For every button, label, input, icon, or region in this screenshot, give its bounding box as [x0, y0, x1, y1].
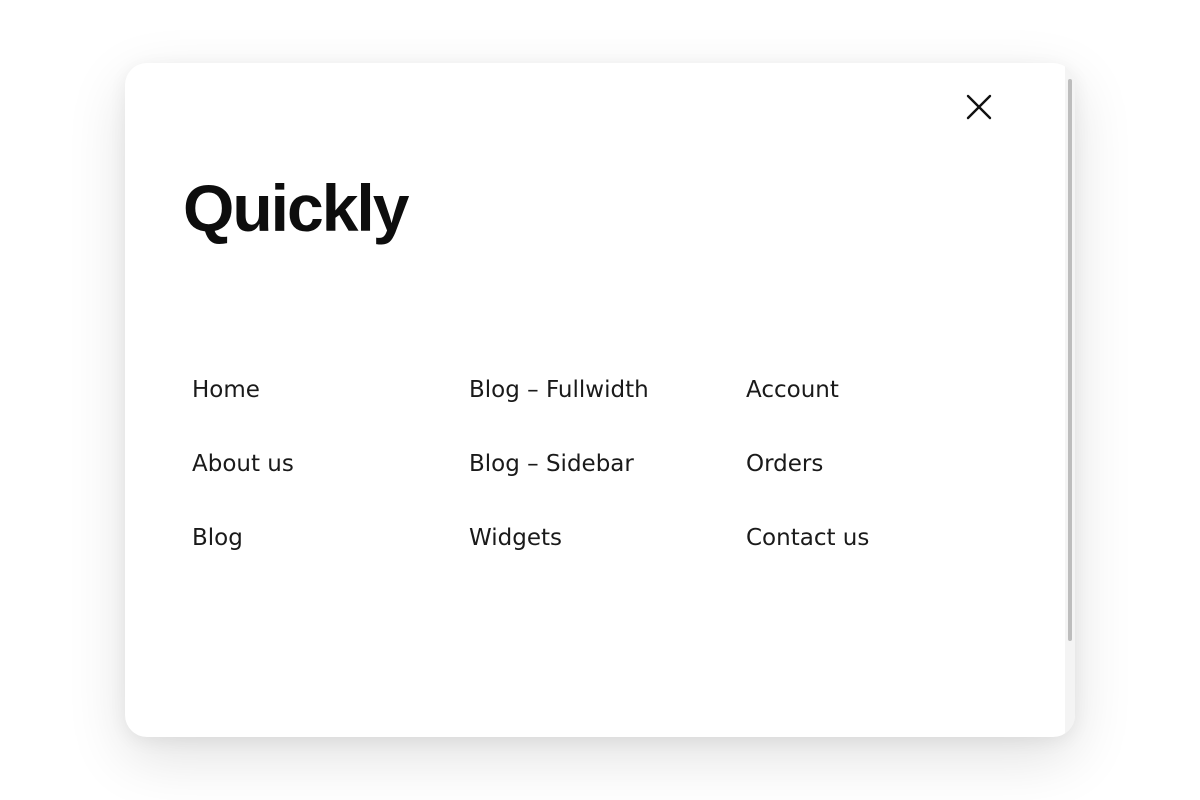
nav-link-contact-us[interactable]: Contact us [746, 527, 1023, 601]
main-navigation: Home About us Blog Blog – Fullwidth Blog… [192, 379, 1023, 601]
menu-modal: Quickly Home About us Blog Blog – Fullwi… [125, 63, 1075, 737]
site-logo[interactable]: Quickly [183, 175, 409, 241]
close-icon [966, 94, 992, 120]
modal-scrollbar[interactable] [1065, 63, 1075, 737]
nav-link-blog[interactable]: Blog [192, 527, 469, 601]
nav-link-about-us[interactable]: About us [192, 453, 469, 527]
nav-link-account[interactable]: Account [746, 379, 1023, 453]
page-backdrop: Quickly Home About us Blog Blog – Fullwi… [0, 0, 1200, 800]
close-button[interactable] [960, 88, 998, 126]
scrollbar-thumb[interactable] [1068, 79, 1072, 641]
nav-link-blog-sidebar[interactable]: Blog – Sidebar [469, 453, 746, 527]
nav-link-orders[interactable]: Orders [746, 453, 1023, 527]
nav-link-blog-fullwidth[interactable]: Blog – Fullwidth [469, 379, 746, 453]
nav-link-widgets[interactable]: Widgets [469, 527, 746, 601]
nav-link-home[interactable]: Home [192, 379, 469, 453]
